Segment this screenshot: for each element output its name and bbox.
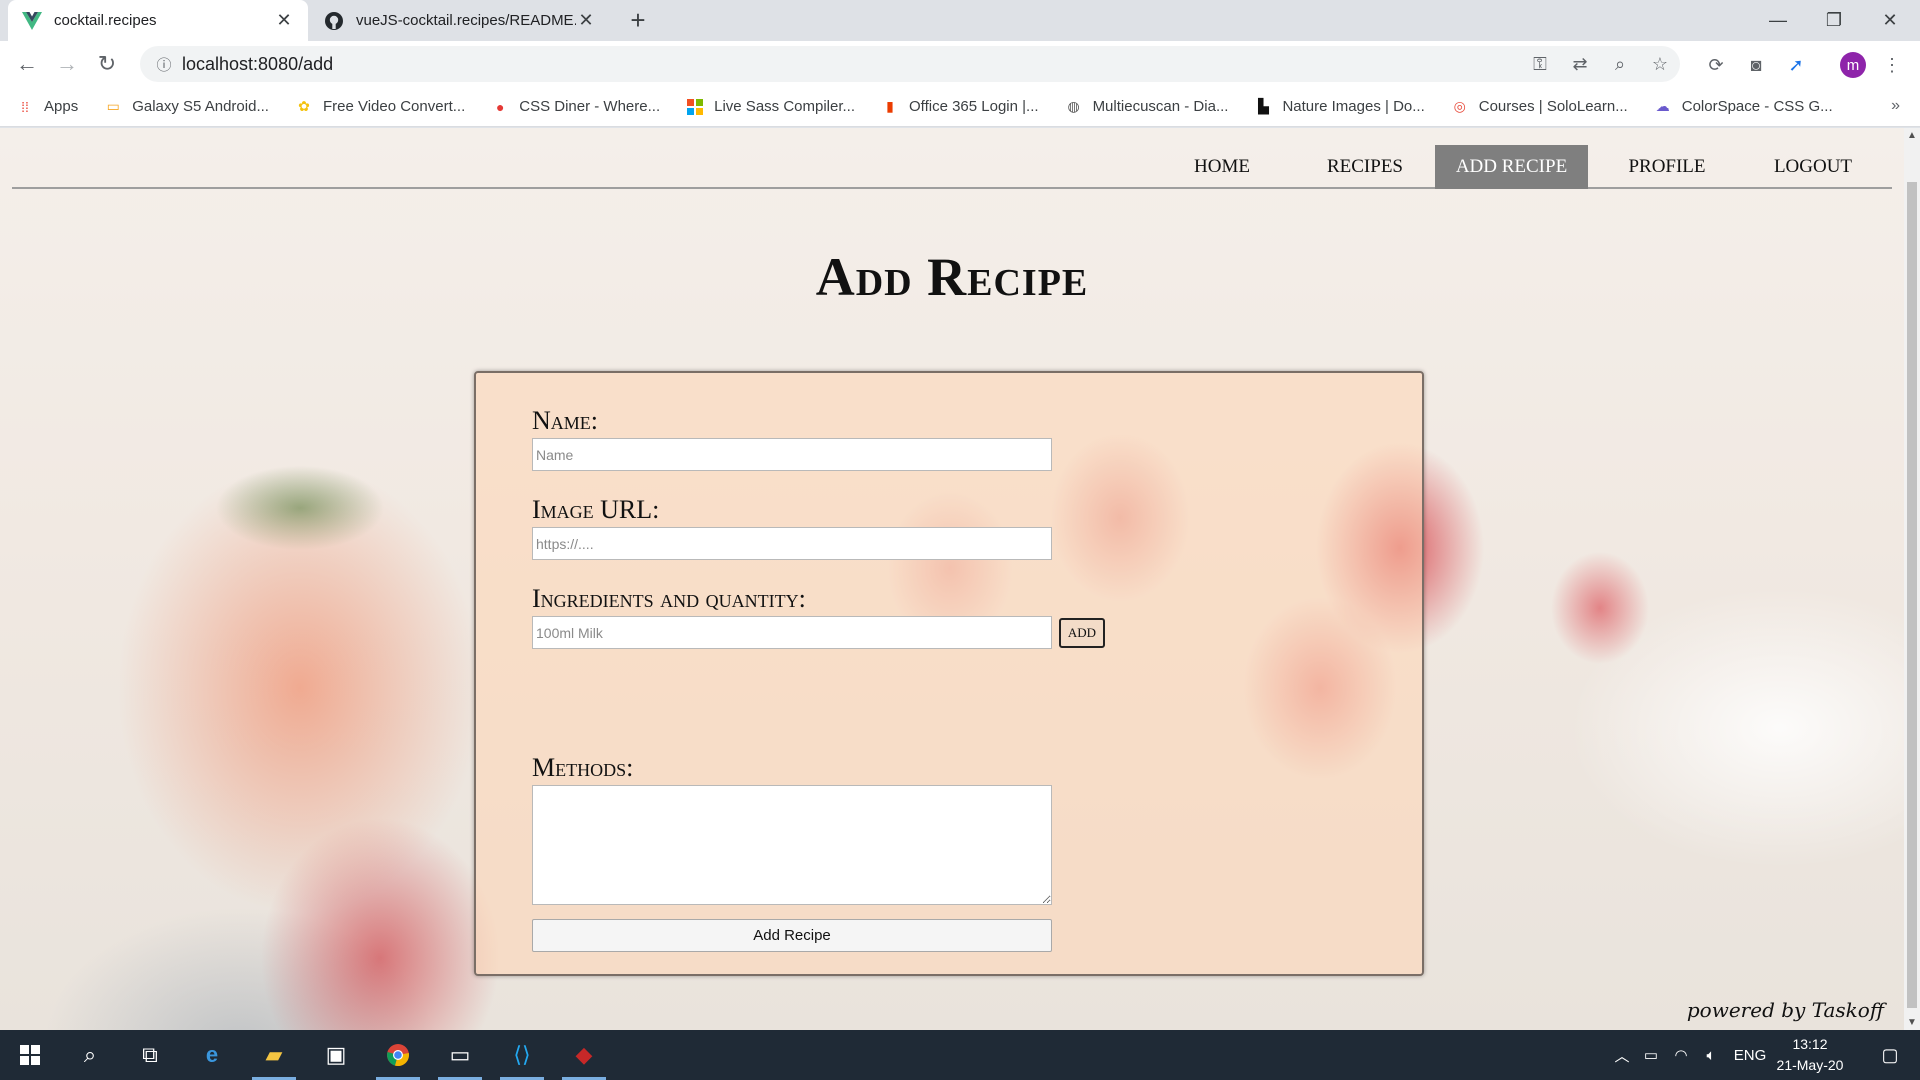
volume-icon[interactable]: 🔈︎	[1696, 1047, 1726, 1064]
key-icon[interactable]: ⚿	[1520, 54, 1560, 75]
colorspace-icon: ☁	[1655, 98, 1670, 114]
address-bar[interactable]: ⓘ localhost:8080/add ⚿ ⇄ ⌕ ☆	[140, 46, 1680, 82]
methods-textarea[interactable]	[532, 785, 1052, 905]
bookmark-sololearn[interactable]: ◎ Courses | SoloLearn...	[1451, 98, 1628, 116]
close-window-icon[interactable]: ✕	[1862, 0, 1918, 41]
address-url[interactable]: localhost:8080/add	[182, 54, 333, 75]
chrome-icon[interactable]	[370, 1030, 426, 1080]
store-icon[interactable]: ▣	[308, 1030, 364, 1080]
tab-close-icon[interactable]: ✕	[274, 10, 294, 31]
android-icon: ▭	[106, 98, 120, 114]
system-tray: ︿ ▭ ◠ 🔈︎ ENG	[1608, 1030, 1774, 1080]
windows-taskbar: ⌕ ⧉ e ▰ ▣ ▭ ⟨⟩ ◆ ︿ ▭ ◠ 🔈︎ ENG 13:12 21-M…	[0, 1030, 1920, 1080]
nav-home[interactable]: HOME	[1162, 145, 1282, 189]
vscode-icon[interactable]: ⟨⟩	[494, 1030, 550, 1080]
clock-date: 21-May-20	[1776, 1057, 1844, 1073]
app-red-icon[interactable]: ◆	[556, 1030, 612, 1080]
nav-recipes[interactable]: RECIPES	[1300, 145, 1430, 189]
sololearn-icon: ◎	[1453, 98, 1466, 114]
add-recipe-form: Name: Image URL: Ingredients and quantit…	[474, 371, 1424, 976]
methods-label: Methods:	[532, 753, 634, 782]
nav-add-recipe[interactable]: ADD RECIPE	[1435, 145, 1588, 189]
bookmark-multiecuscan[interactable]: ◍ Multiecuscan - Dia...	[1065, 98, 1228, 116]
extension-sync-icon[interactable]: ⟳	[1704, 53, 1728, 77]
image-url-label: Image URL:	[532, 495, 660, 524]
bookmark-free-video-converter[interactable]: ✿ Free Video Convert...	[295, 98, 465, 116]
clock-time: 13:12	[1792, 1036, 1828, 1052]
bookmark-apps[interactable]: ⁞⁞ Apps	[16, 98, 78, 116]
tab-cocktail-recipes[interactable]: cocktail.recipes ✕	[8, 0, 308, 41]
name-input[interactable]	[532, 438, 1052, 471]
microsoft-icon	[686, 98, 704, 116]
page-title: Add Recipe	[815, 247, 1089, 307]
unsplash-icon: ▙	[1258, 98, 1269, 114]
terminal-icon[interactable]: ▭	[432, 1030, 488, 1080]
forward-arrow-icon[interactable]: →	[52, 49, 82, 79]
name-label: Name:	[532, 406, 598, 435]
github-icon	[324, 11, 344, 31]
chevron-up-icon[interactable]: ︿	[1608, 1045, 1636, 1066]
minimize-icon[interactable]: —	[1750, 0, 1806, 41]
scroll-up-icon[interactable]: ▲	[1907, 130, 1917, 141]
translate-icon[interactable]: ⇄	[1560, 54, 1600, 75]
task-view-icon[interactable]: ⧉	[122, 1030, 178, 1080]
apps-grid-icon: ⁞⁞	[21, 98, 29, 115]
nav-profile[interactable]: PROFILE	[1602, 145, 1732, 189]
new-tab-button[interactable]: +	[622, 4, 654, 36]
bookmarks-bar: ⁞⁞ Apps ▭ Galaxy S5 Android... ✿ Free Video…	[0, 87, 1920, 127]
multiecuscan-icon: ◍	[1067, 98, 1080, 114]
bookmark-galaxy-s5[interactable]: ▭ Galaxy S5 Android...	[104, 98, 269, 116]
bookmark-star-icon[interactable]: ☆	[1640, 54, 1680, 75]
video-convert-icon: ✿	[298, 98, 310, 114]
info-icon[interactable]: ⓘ	[146, 54, 182, 75]
avatar[interactable]: m	[1840, 52, 1866, 78]
extension-arrow-icon[interactable]: ➚	[1784, 53, 1808, 77]
bookmark-live-sass[interactable]: Live Sass Compiler...	[686, 98, 855, 116]
battery-icon[interactable]: ▭	[1636, 1046, 1666, 1064]
bookmark-nature-images[interactable]: ▙ Nature Images | Do...	[1254, 98, 1425, 116]
windows-start-icon[interactable]	[2, 1030, 58, 1080]
wifi-icon[interactable]: ◠	[1666, 1046, 1696, 1064]
powered-by-text: powered by Taskoff	[1686, 998, 1884, 1022]
site-navbar: HOME RECIPES ADD RECIPE PROFILE LOGOUT	[12, 145, 1892, 189]
menu-dots-icon[interactable]: ⋮	[1880, 53, 1904, 77]
add-recipe-submit-button[interactable]: Add Recipe	[532, 919, 1052, 952]
system-clock[interactable]: 13:12 21-May-20	[1760, 1034, 1860, 1076]
ingredients-label: Ingredients and quantity:	[532, 584, 806, 613]
tab-title: vueJS-cocktail.recipes/README.m	[356, 12, 576, 29]
zoom-icon[interactable]: ⌕	[1600, 54, 1640, 75]
scroll-down-icon[interactable]: ▼	[1907, 1017, 1917, 1028]
bookmark-office-365[interactable]: ▮ Office 365 Login |...	[881, 98, 1038, 116]
tab-title: cocktail.recipes	[54, 12, 157, 29]
restore-icon[interactable]: ❐	[1806, 0, 1862, 41]
search-icon[interactable]: ⌕	[62, 1030, 118, 1080]
browser-toolbar: ← → ↻ ⓘ localhost:8080/add ⚿ ⇄ ⌕ ☆ ⟳ ◙ ➚…	[0, 41, 1920, 87]
page-scrollbar[interactable]: ▲ ▼	[1904, 128, 1920, 1030]
bookmark-css-diner[interactable]: ● CSS Diner - Where...	[491, 98, 660, 116]
bookmark-colorspace[interactable]: ☁ ColorSpace - CSS G...	[1654, 98, 1833, 116]
bookmarks-more-icon[interactable]: »	[1891, 97, 1900, 115]
office-icon: ▮	[886, 98, 894, 114]
page-viewport: HOME RECIPES ADD RECIPE PROFILE LOGOUT A…	[0, 128, 1904, 1030]
camera-icon[interactable]: ◙	[1744, 53, 1768, 77]
back-arrow-icon[interactable]: ←	[12, 49, 42, 79]
nav-logout[interactable]: LOGOUT	[1748, 145, 1878, 189]
reload-icon[interactable]: ↻	[92, 49, 122, 79]
ingredient-input[interactable]	[532, 616, 1052, 649]
image-url-input[interactable]	[532, 527, 1052, 560]
file-explorer-icon[interactable]: ▰	[246, 1030, 302, 1080]
browser-tab-bar: cocktail.recipes ✕ vueJS-cocktail.recipe…	[0, 0, 1920, 41]
vue-logo-icon	[22, 11, 42, 31]
edge-icon[interactable]: e	[184, 1030, 240, 1080]
tab-github-readme[interactable]: vueJS-cocktail.recipes/README.m ✕	[310, 0, 610, 41]
notifications-icon[interactable]: ▢	[1862, 1030, 1918, 1080]
add-ingredient-button[interactable]: ADD	[1059, 618, 1105, 648]
css-diner-icon: ●	[496, 98, 505, 115]
scroll-thumb[interactable]	[1907, 182, 1917, 1008]
tab-close-icon[interactable]: ✕	[576, 10, 596, 31]
